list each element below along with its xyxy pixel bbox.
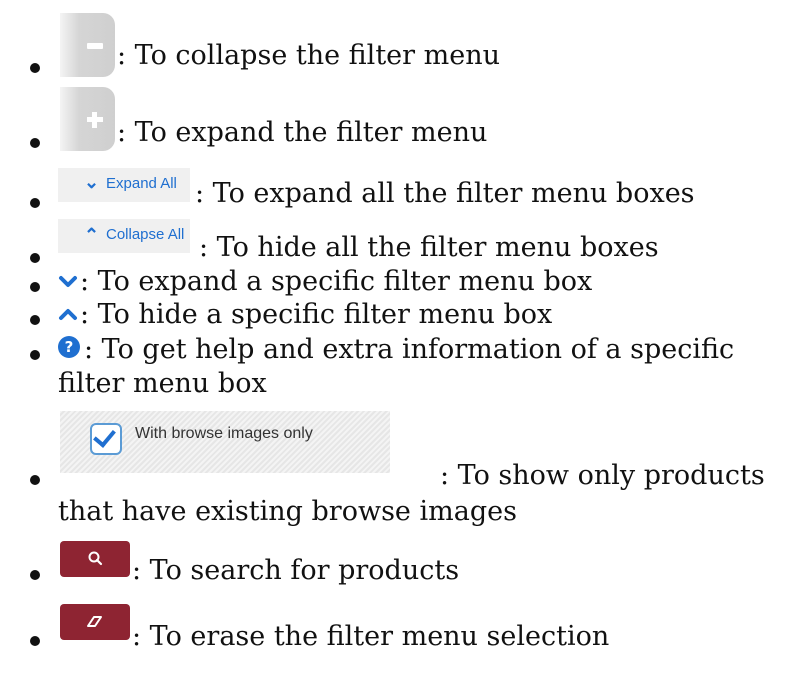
bullet [30, 138, 40, 148]
expand-all-button[interactable]: ⌄ Expand All [58, 168, 190, 202]
item-description: : To erase the filter menu selection [132, 621, 610, 652]
expand-all-label: Expand All [106, 175, 177, 192]
chevron-down-icon: ⌄ [84, 172, 100, 192]
item-description: : To hide all the filter menu boxes [199, 232, 659, 263]
minus-icon [84, 35, 106, 57]
bullet [30, 253, 40, 263]
item-description: : To show only products [440, 460, 765, 491]
chevron-up-icon: ⌃ [84, 225, 100, 245]
item-description: : To search for products [132, 555, 460, 586]
search-icon [88, 551, 103, 566]
checkbox-label: With browse images only [135, 425, 313, 442]
bullet [30, 315, 40, 325]
item-description: : To expand all the filter menu boxes [195, 178, 695, 209]
browse-images-checkbox[interactable]: With browse images only [60, 411, 390, 473]
bullet [30, 282, 40, 292]
item-description: : To expand a specific filter menu box [80, 266, 593, 297]
item-description-continued: filter menu box [58, 368, 267, 399]
bullet [30, 475, 40, 485]
item-description: : To collapse the filter menu [117, 40, 500, 71]
help-icon[interactable]: ? [58, 336, 80, 358]
bullet [30, 636, 40, 646]
collapse-filter-button[interactable] [60, 13, 115, 77]
plus-icon [84, 109, 106, 131]
item-description-continued: that have existing browse images [58, 496, 517, 527]
chevron-down-icon[interactable] [58, 272, 78, 292]
search-button[interactable] [60, 541, 130, 577]
item-description: : To get help and extra information of a… [84, 334, 735, 365]
collapse-all-label: Collapse All [106, 226, 185, 243]
bullet [30, 570, 40, 580]
item-description: : To expand the filter menu [117, 117, 488, 148]
checkbox-icon[interactable] [90, 423, 122, 455]
erase-button[interactable] [60, 604, 130, 640]
bullet [30, 63, 40, 73]
expand-filter-button[interactable] [60, 87, 115, 151]
eraser-icon [87, 616, 102, 627]
bullet [30, 198, 40, 208]
chevron-up-icon[interactable] [58, 304, 78, 324]
icon-legend-list: : To collapse the filter menu : To expan… [0, 0, 790, 680]
item-description: : To hide a specific filter menu box [80, 299, 553, 330]
bullet [30, 350, 40, 360]
collapse-all-button[interactable]: ⌃ Collapse All [58, 219, 190, 253]
